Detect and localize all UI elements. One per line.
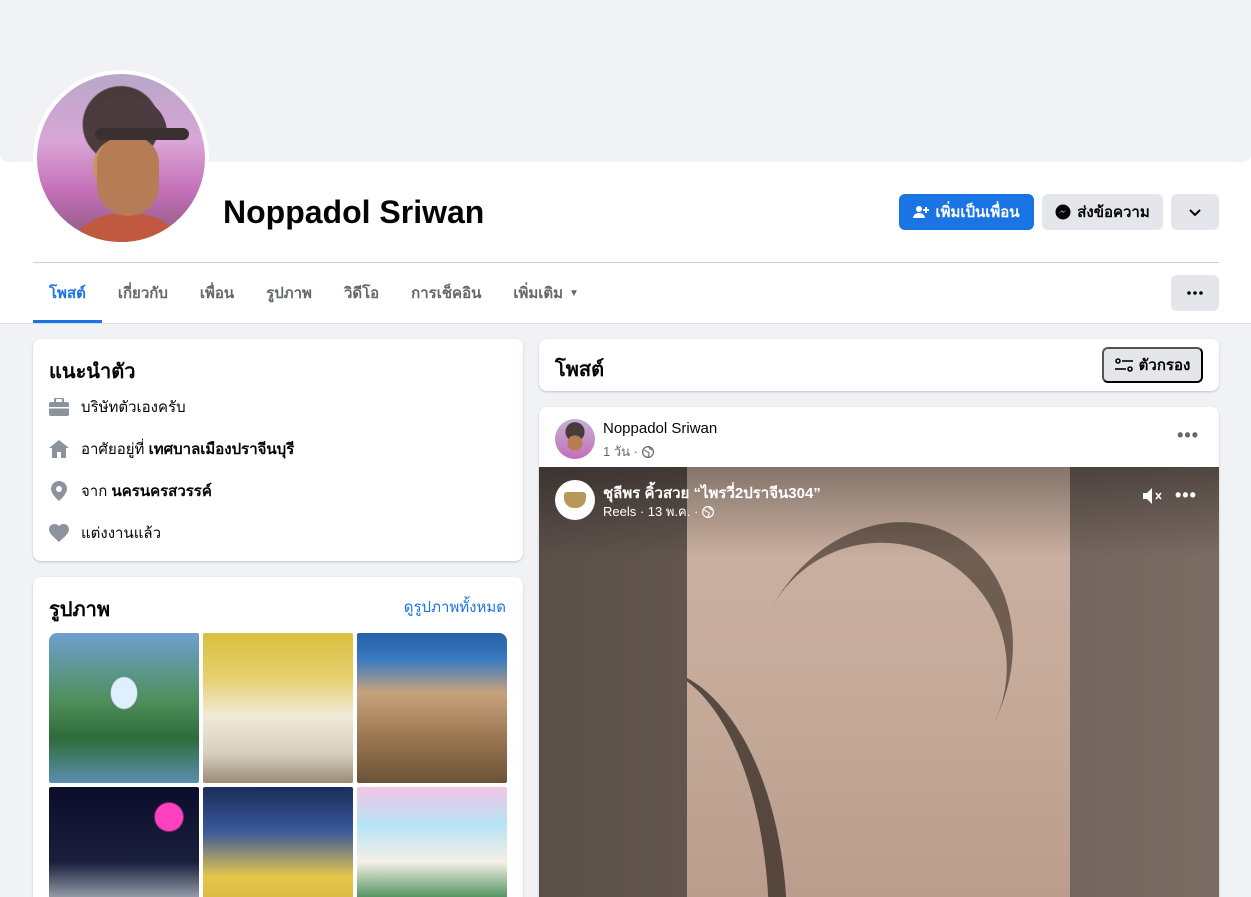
tab-label: วิดีโอ [343,285,380,302]
filter-button[interactable]: ตัวกรอง [1102,347,1203,383]
tabs-more-button[interactable] [1171,275,1219,311]
post-options-icon[interactable]: ••• [1177,425,1199,446]
photo-thumbnail[interactable] [203,787,353,897]
globe-icon [641,445,654,458]
tab-posts[interactable]: โพสต์ [33,263,102,323]
avatar-shirt [67,214,187,242]
profile-name: Noppadol Sriwan [223,194,485,230]
tab-more[interactable]: เพิ่มเติม ▼ [497,263,595,323]
location-pin-icon [49,481,69,501]
mute-icon[interactable] [1143,487,1163,505]
more-horizontal-icon [1187,291,1203,295]
profile-tabs: โพสต์ เกี่ยวกับ เพื่อน รูปภาพ วิดีโอ การ… [33,263,595,323]
reel-options-icon[interactable]: ••• [1175,485,1197,506]
tab-label: เกี่ยวกับ [117,285,168,302]
heart-icon [49,523,69,543]
tab-label: เพื่อน [199,285,235,302]
intro-work: บริษัทตัวเองครับ [49,395,186,419]
chevron-down-icon [1188,205,1202,219]
intro-title: แนะนำตัว [49,361,136,383]
see-all-photos-link[interactable]: ดูรูปภาพทั้งหมด [404,595,506,619]
from-text: จาก นครนครสวรรค์ [81,479,212,503]
post-card: Noppadol Sriwan 1 วัน · ••• ชุลีพร คิ้วส… [539,407,1219,897]
profile-header: Noppadol Sriwan เพิ่มเป็นเพื่อน ส่งข้อคว… [0,0,1251,324]
tab-videos[interactable]: วิดีโอ [328,263,395,323]
reel-video[interactable]: ชุลีพร คิ้วสวย “ไพรวี่2ปราจีน304” Reels … [539,467,1219,897]
tab-friends[interactable]: เพื่อน [184,263,250,323]
filter-icon [1114,358,1133,372]
profile-avatar[interactable] [33,70,209,246]
photo-thumbnail[interactable] [203,633,353,783]
avatar-cap [85,98,189,140]
home-icon [49,439,69,459]
reel-meta-text: Reels · 13 พ.ค. · [603,504,699,519]
lives-text: อาศัยอยู่ที่ เทศบาลเมืองปราจีนบุรี [81,437,294,461]
photo-thumbnail[interactable] [49,633,199,783]
relationship-text: แต่งงานแล้ว [81,525,162,542]
tab-label: รูปภาพ [266,285,312,302]
post-time[interactable]: 1 วัน · [603,441,638,462]
add-friend-label: เพิ่มเป็นเพื่อน [935,204,1020,221]
reel-meta: Reels · 13 พ.ค. · [603,501,715,522]
messenger-icon [1055,204,1071,220]
tab-label: การเช็คอิน [411,285,482,302]
posts-header-card: โพสต์ ตัวกรอง [539,339,1219,391]
post-author-name[interactable]: Noppadol Sriwan [603,420,717,437]
reel-page-avatar[interactable] [555,480,595,520]
tab-label: เพิ่มเติม [513,285,564,302]
photo-thumbnail[interactable] [357,633,507,783]
intro-from: จาก นครนครสวรรค์ [49,479,212,503]
caret-down-icon: ▼ [569,287,579,299]
tab-label: โพสต์ [49,285,86,302]
post-meta: 1 วัน · [603,441,654,462]
tab-checkins[interactable]: การเช็คอิน [395,263,497,323]
globe-icon [702,505,715,518]
lives-place-link[interactable]: เทศบาลเมืองปราจีนบุรี [149,441,295,458]
from-place-link[interactable]: นครนครสวรรค์ [111,483,211,500]
filter-label: ตัวกรอง [1138,357,1191,374]
post-author-avatar[interactable] [555,419,595,459]
from-prefix: จาก [81,483,108,500]
photo-thumbnail[interactable] [49,787,199,897]
briefcase-icon [49,397,69,417]
tab-photos[interactable]: รูปภาพ [250,263,328,323]
intro-card: แนะนำตัว บริษัทตัวเองครับ อาศัยอยู่ที่ เ… [33,339,523,561]
photos-card: รูปภาพ ดูรูปภาพทั้งหมด [33,577,523,897]
intro-lives: อาศัยอยู่ที่ เทศบาลเมืองปราจีนบุรี [49,437,294,461]
intro-relationship: แต่งงานแล้ว [49,521,161,545]
work-text: บริษัทตัวเองครับ [81,399,186,416]
message-label: ส่งข้อความ [1077,204,1150,221]
tab-about[interactable]: เกี่ยวกับ [102,263,184,323]
photo-thumbnail[interactable] [357,787,507,897]
avatar-face [97,136,159,216]
add-friend-icon [913,204,930,220]
lives-prefix: อาศัยอยู่ที่ [81,441,145,458]
message-button[interactable]: ส่งข้อความ [1042,194,1163,230]
crown-logo-icon [564,492,586,508]
add-friend-button[interactable]: เพิ่มเป็นเพื่อน [899,194,1034,230]
photo-grid [49,633,507,897]
photos-title: รูปภาพ [49,599,111,621]
posts-title: โพสต์ [555,359,605,381]
profile-options-button[interactable] [1171,194,1219,230]
